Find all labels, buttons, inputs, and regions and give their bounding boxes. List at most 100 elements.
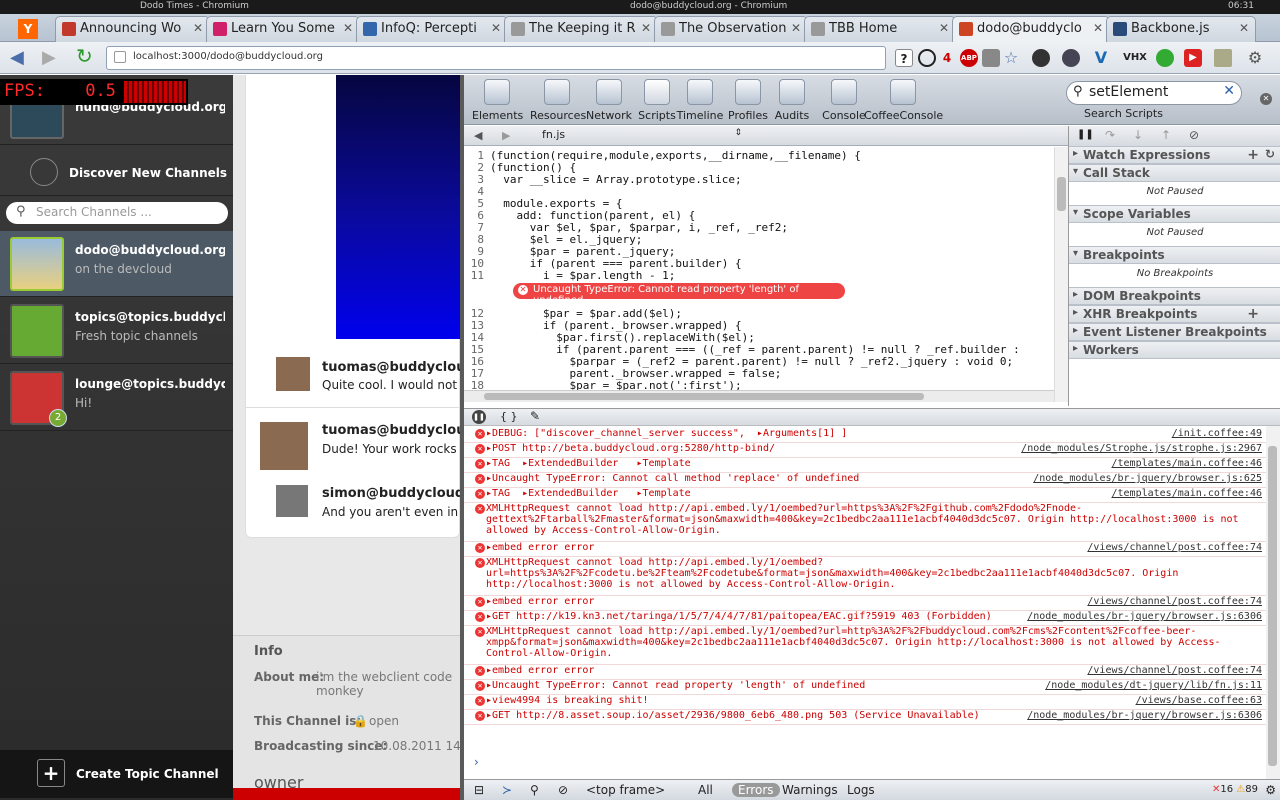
close-tab-icon[interactable]: ✕ [343, 21, 353, 35]
post-author[interactable]: simon@buddycloud. [322, 486, 460, 501]
code-scrollbar[interactable] [1054, 147, 1068, 402]
channel-lounge[interactable]: lounge@topics.buddycl... Hi! 2 [0, 365, 233, 431]
adblock-icon[interactable]: ABP [960, 49, 978, 67]
source-link[interactable]: /templates/main.coffee:46 [1111, 458, 1262, 469]
frame-select[interactable]: <top frame> [586, 783, 665, 797]
console-message[interactable]: ✕ XMLHttpRequest cannot load http://api.e… [464, 557, 1266, 596]
v-icon[interactable]: V [1092, 49, 1110, 67]
source-link[interactable]: /views/channel/post.coffee:74 [1087, 665, 1262, 676]
refresh-icon[interactable]: ↻ [1265, 147, 1275, 161]
section-workers[interactable]: Workers [1069, 341, 1280, 359]
console-message[interactable]: ✕ ▸embed error error/views/channel/post.c… [464, 596, 1266, 611]
channel-dodo[interactable]: dodo@buddycloud.org on the devcloud [0, 231, 233, 297]
spinner-icon[interactable] [918, 49, 936, 67]
source-link[interactable]: /node_modules/br-jquery/browser.js:6306 [1027, 611, 1262, 622]
settings-gear-icon[interactable]: ⚙ [1265, 783, 1276, 797]
step-out-icon[interactable]: ↑ [1161, 128, 1171, 142]
console-message[interactable]: ✕ ▸TAG ▸ExtendedBuilder ▸Template/templat… [464, 488, 1266, 503]
power-icon[interactable] [1156, 49, 1174, 67]
panel-network[interactable]: Network [586, 79, 632, 122]
section-scope-variables[interactable]: Scope Variables [1069, 205, 1280, 223]
section-call-stack[interactable]: Call Stack [1069, 164, 1280, 182]
pause-exceptions-icon[interactable]: ❚❚ [472, 410, 486, 424]
youtube-icon[interactable]: ▶ [1184, 49, 1202, 67]
nav-back-icon[interactable]: ◀ [474, 129, 482, 142]
step-into-icon[interactable]: ↓ [1133, 128, 1143, 142]
source-link[interactable]: /templates/main.coffee:46 [1111, 488, 1262, 499]
close-tab-icon[interactable]: ✕ [1093, 21, 1103, 35]
clear-icon[interactable]: ✕ [1223, 83, 1235, 99]
panel-coffeeconsole[interactable]: CoffeeConsole [864, 79, 943, 122]
section-watch-expressions[interactable]: Watch Expressions + ↻ [1069, 146, 1280, 164]
source-link[interactable]: /views/channel/post.coffee:74 [1087, 542, 1262, 553]
panel-audits[interactable]: Audits [772, 79, 812, 122]
scroll-thumb[interactable] [1268, 446, 1277, 766]
console-message[interactable]: ✕ ▸embed error error/views/channel/post.c… [464, 665, 1266, 680]
tab-6[interactable]: dodo@buddyclo ✕ [952, 16, 1110, 43]
dock-icon[interactable]: ⊟ [474, 783, 484, 797]
add-icon[interactable]: + [1247, 147, 1259, 163]
console-message[interactable]: ✕ ▸DEBUG: ["discover_channel_server succe… [464, 428, 1266, 443]
create-topic-channel-button[interactable]: + Create Topic Channel [0, 750, 233, 798]
console-message[interactable]: ✕ ▸embed error error/views/channel/post.c… [464, 542, 1266, 557]
deactivate-breakpoints-icon[interactable]: ⊘ [1189, 128, 1199, 142]
tab-5[interactable]: TBB Home ✕ [804, 16, 956, 42]
console-scrollbar[interactable] [1266, 426, 1280, 779]
error-warning-count[interactable]: ✕16 ⚠89 [1212, 784, 1258, 795]
wrench-icon[interactable]: ⚙ [1246, 49, 1264, 67]
tab-0[interactable]: Announcing Wo ✕ [55, 16, 210, 42]
script-search-input[interactable]: ⚲ setElement ✕ [1066, 81, 1242, 105]
pretty-print-icon[interactable]: { } [500, 410, 518, 423]
file-select[interactable]: fn.js ⇕ [534, 128, 744, 144]
step-over-icon[interactable]: ↷ [1105, 128, 1115, 142]
post-author[interactable]: tuomas@buddycloud [322, 423, 460, 438]
console-message[interactable]: ✕ ▸TAG ▸ExtendedBuilder ▸Template/templat… [464, 458, 1266, 473]
source-link[interactable]: /node_modules/br-jquery/browser.js:6306 [1027, 710, 1262, 721]
edit-icon[interactable]: ✎ [530, 409, 540, 423]
panel-scripts[interactable]: Scripts [636, 79, 678, 122]
scroll-thumb[interactable] [484, 393, 924, 400]
panel-elements[interactable]: Elements [472, 79, 523, 122]
y-icon[interactable]: Y [18, 19, 38, 39]
add-icon[interactable]: + [1247, 306, 1259, 322]
console-prompt-icon[interactable]: › [474, 755, 479, 769]
filter-errors[interactable]: Errors [732, 783, 780, 797]
scroll-thumb[interactable] [1057, 177, 1066, 211]
tab-7[interactable]: Backbone.js ✕ [1106, 16, 1256, 42]
search-input[interactable]: ⚲ Search Channels ... [6, 202, 228, 224]
source-link[interactable]: /node_modules/br-jquery/browser.js:625 [1033, 473, 1262, 484]
code-hscrollbar[interactable] [464, 390, 1054, 402]
source-link[interactable]: /init.coffee:49 [1172, 428, 1262, 439]
close-icon[interactable]: ✕ [1260, 93, 1272, 105]
tab-1[interactable]: Learn You Some ✕ [206, 16, 360, 42]
tab-4[interactable]: The Observation ✕ [654, 16, 808, 42]
panel-console[interactable]: Console [822, 79, 866, 122]
close-tab-icon[interactable]: ✕ [491, 21, 501, 35]
filter-warnings[interactable]: Warnings [782, 783, 838, 797]
panel-resources[interactable]: Resources [530, 79, 586, 122]
section-xhr-breakpoints[interactable]: XHR Breakpoints + [1069, 305, 1280, 323]
search-icon[interactable]: ⚲ [530, 783, 539, 797]
back-button[interactable]: ◀ [10, 47, 24, 68]
line-number[interactable]: 11 [464, 269, 484, 282]
console-icon[interactable]: ≻ [502, 783, 512, 797]
console-message[interactable]: ✕ ▸Uncaught TypeError: Cannot read proper… [464, 680, 1266, 695]
section-event-listener-breakpoints[interactable]: Event Listener Breakpoints [1069, 323, 1280, 341]
discover-channels[interactable]: Discover New Channels [0, 150, 233, 196]
console-message[interactable]: ✕ ▸GET http://k19.kn3.net/taringa/1/5/7/4… [464, 611, 1266, 626]
nav-forward-icon[interactable]: ▶ [502, 129, 510, 142]
post-author[interactable]: tuomas@buddycloud [322, 360, 460, 375]
panel-timeline[interactable]: Timeline [676, 79, 724, 122]
console-message[interactable]: ✕ ▸Uncaught TypeError: Cannot call method… [464, 473, 1266, 488]
source-link[interactable]: /node_modules/dt-jquery/lib/fn.js:11 [1045, 680, 1262, 691]
code-editor[interactable]: 1 (function(require,module,exports,__dirn… [464, 147, 1054, 402]
extension-icon[interactable] [1214, 49, 1232, 67]
vhx-icon[interactable]: VHX [1122, 49, 1148, 67]
section-breakpoints[interactable]: Breakpoints [1069, 246, 1280, 264]
coffee-icon[interactable] [1062, 49, 1080, 67]
source-link[interactable]: /node_modules/Strophe.js/strophe.js:2967 [1021, 443, 1262, 454]
reload-button[interactable]: ↻ [76, 44, 93, 68]
console-message[interactable]: ✕ XMLHttpRequest cannot load http://api.e… [464, 626, 1266, 665]
filter-logs[interactable]: Logs [847, 783, 875, 797]
forward-button[interactable]: ▶ [42, 47, 56, 68]
